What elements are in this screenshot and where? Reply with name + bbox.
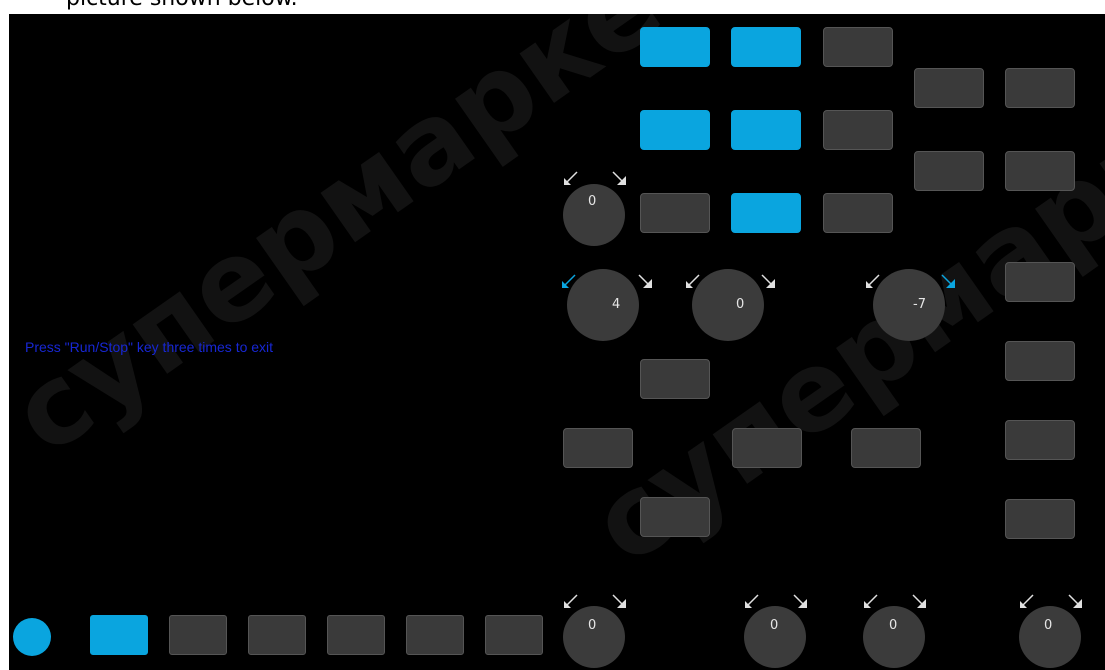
caption-text: picture shown below. [66, 0, 298, 11]
key-indicator [823, 27, 893, 67]
watermark: супермаркет [9, 14, 736, 479]
rotate-right-arrow-icon [638, 274, 652, 288]
key-indicator [1005, 68, 1075, 108]
knob-value: 0 [889, 618, 898, 633]
key-indicator [851, 428, 921, 468]
key-indicator [914, 151, 984, 191]
knob-display: 0 [563, 184, 625, 246]
status-led [13, 618, 51, 656]
rotate-right-arrow-icon [941, 274, 955, 288]
key-indicator [914, 68, 984, 108]
key-indicator [1005, 151, 1075, 191]
key-indicator [1005, 341, 1075, 381]
key-indicator [823, 110, 893, 150]
knob-display: -7 [873, 269, 945, 341]
rotate-left-arrow-icon [864, 594, 878, 608]
key-indicator [1005, 499, 1075, 539]
rotate-left-arrow-icon [745, 594, 759, 608]
knob-value: 0 [770, 618, 779, 633]
key-indicator [485, 615, 543, 655]
rotate-right-arrow-icon [793, 594, 807, 608]
key-indicator [248, 615, 306, 655]
rotate-right-arrow-icon [761, 274, 775, 288]
rotate-right-arrow-icon [912, 594, 926, 608]
knob-display: 0 [692, 269, 764, 341]
rotate-left-arrow-icon [564, 171, 578, 185]
key-indicator [406, 615, 464, 655]
key-indicator [563, 428, 633, 468]
key-indicator [1005, 420, 1075, 460]
knob-value: 0 [588, 618, 597, 633]
rotate-left-arrow-icon [1020, 594, 1034, 608]
key-indicator [640, 497, 710, 537]
key-indicator [90, 615, 148, 655]
knob-value: 0 [736, 297, 745, 312]
rotate-left-arrow-icon [564, 594, 578, 608]
rotate-right-arrow-icon [1068, 594, 1082, 608]
key-indicator [1005, 262, 1075, 302]
key-indicator [732, 428, 802, 468]
knob-display: 0 [744, 606, 806, 668]
key-indicator [823, 193, 893, 233]
knob-value: 4 [612, 297, 621, 312]
knob-value: -7 [913, 297, 926, 312]
key-indicator [640, 27, 710, 67]
exit-instruction-text: Press "Run/Stop" key three times to exit [25, 339, 274, 355]
knob-value: 0 [588, 194, 597, 209]
key-indicator [731, 110, 801, 150]
key-indicator [640, 110, 710, 150]
key-indicator [731, 27, 801, 67]
key-indicator [640, 359, 710, 399]
knob-display: 0 [863, 606, 925, 668]
key-indicator [327, 615, 385, 655]
knob-display: 4 [567, 269, 639, 341]
key-indicator [169, 615, 227, 655]
key-indicator [640, 193, 710, 233]
knob-display: 0 [563, 606, 625, 668]
rotate-right-arrow-icon [612, 171, 626, 185]
knob-value: 0 [1044, 618, 1053, 633]
key-indicator [731, 193, 801, 233]
rotate-right-arrow-icon [612, 594, 626, 608]
test-screen: супермаркет супермаркет 0 4 0 -7 Press "… [9, 14, 1105, 670]
knob-display: 0 [1019, 606, 1081, 668]
